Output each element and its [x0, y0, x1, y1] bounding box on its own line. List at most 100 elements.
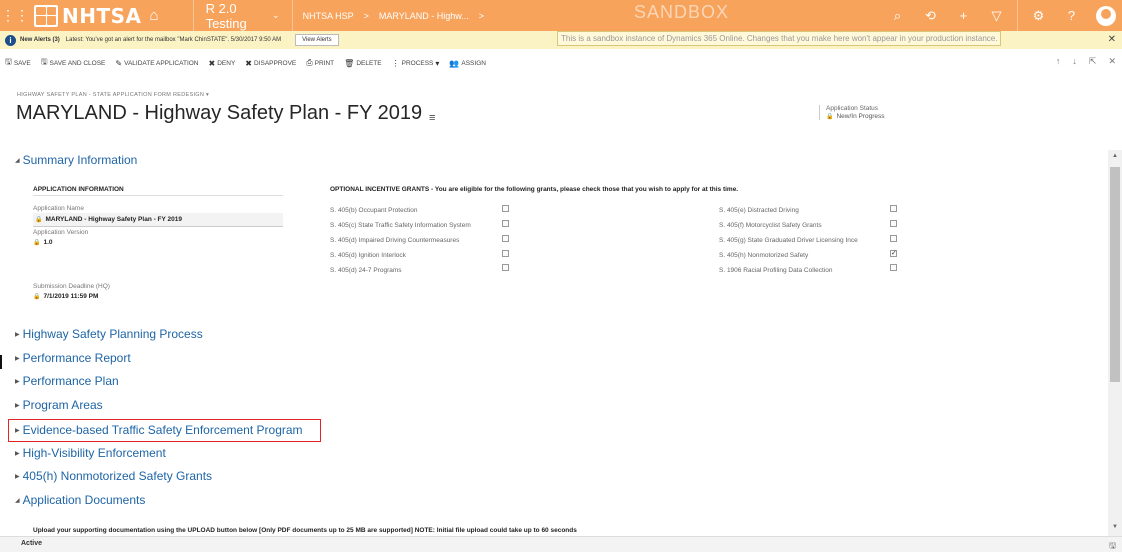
disapprove-label: DISAPPROVE — [253, 59, 297, 67]
section-performance-report[interactable]: ▶ Performance Report — [15, 351, 131, 365]
arrow-up-icon[interactable]: ↑ — [1056, 56, 1061, 67]
expand-icon: ▶ — [15, 355, 20, 362]
grant-checkbox[interactable] — [890, 235, 897, 242]
sandbox-message: This is a sandbox instance of Dynamics 3… — [557, 31, 1002, 46]
filter-icon[interactable]: ▽ — [980, 8, 1013, 24]
chevron-down-icon: ⌄ — [272, 10, 280, 20]
section-performance-plan-label: Performance Plan — [22, 374, 119, 388]
deny-button[interactable]: ✖ DENY — [204, 59, 241, 68]
close-icon[interactable]: ✕ — [1108, 34, 1116, 45]
application-name-field: 🔒 MARYLAND - Highway Safety Plan - FY 20… — [33, 213, 283, 227]
grant-label: S. 405(f) Motorcyclist Safety Grants — [719, 222, 822, 229]
application-name-value: MARYLAND - Highway Safety Plan - FY 2019 — [45, 216, 183, 223]
scrollbar-thumb[interactable] — [1110, 167, 1120, 382]
avatar[interactable] — [1096, 5, 1116, 26]
grant-label: S. 405(g) State Graduated Driver Licensi… — [719, 237, 858, 244]
section-high-visibility-enforcement[interactable]: ▶ High-Visibility Enforcement — [15, 446, 166, 460]
section-highway-safety-planning[interactable]: ▶ Highway Safety Planning Process — [15, 327, 203, 341]
search-icon[interactable]: ⌕ — [881, 8, 914, 24]
collapse-icon: ◢ — [15, 157, 20, 164]
section-performance-plan[interactable]: ▶ Performance Plan — [15, 374, 119, 388]
save-icon[interactable]: 🖫 — [1109, 540, 1116, 552]
section-application-documents[interactable]: ◢ Application Documents — [15, 493, 145, 507]
grant-checkbox[interactable] — [502, 205, 509, 212]
nhtsa-logo-text: NHTSA — [62, 3, 142, 28]
breadcrumb-separator: > — [363, 10, 369, 21]
breadcrumb-record[interactable]: MARYLAND - Highw... — [379, 11, 469, 21]
save-close-icon: 🖫 — [40, 57, 48, 66]
delete-button[interactable]: 🗑 DELETE — [339, 59, 386, 68]
section-evidence-label: Evidence-based Traffic Safety Enforcemen… — [22, 423, 303, 437]
disapprove-button[interactable]: ✖ DISAPPROVE — [240, 59, 301, 68]
section-program-areas[interactable]: ▶ Program Areas — [15, 398, 103, 412]
grant-label: S. 405(d) 24-7 Programs — [330, 267, 402, 274]
grant-checkbox[interactable] — [890, 205, 897, 212]
save-button[interactable]: 🖫 SAVE — [0, 56, 36, 70]
grant-checkbox[interactable] — [890, 264, 897, 271]
breadcrumb-more[interactable]: > — [479, 11, 484, 21]
menu-icon[interactable]: ≡ — [429, 112, 435, 124]
lock-icon: 🔒 — [33, 240, 41, 246]
view-alerts-button[interactable]: View Alerts — [295, 34, 339, 46]
process-button[interactable]: ⋮ PROCESS ▾ — [387, 59, 445, 68]
grant-label: S. 405(c) State Traffic Safety Informati… — [330, 222, 471, 229]
validate-label: VALIDATE APPLICATION — [124, 59, 199, 67]
print-button[interactable]: ⎙ PRINT — [301, 58, 339, 68]
help-icon[interactable]: ? — [1055, 8, 1088, 23]
top-navbar: ⋮⋮ NHTSA ⌂ R 2.0 Testing ⌄ NHTSA HSP > M… — [0, 0, 1122, 31]
recent-icon[interactable]: ⟲ — [914, 8, 947, 24]
grant-checkbox[interactable] — [890, 220, 897, 227]
grant-checkbox[interactable] — [502, 220, 509, 227]
grant-label: S. 405(h) Nonmotorized Safety — [719, 252, 809, 259]
status-value-text: New/In Progress — [836, 113, 885, 120]
chevron-down-icon: ▾ — [435, 58, 440, 68]
collapse-icon: ◢ — [15, 497, 20, 504]
assign-label: ASSIGN — [461, 59, 486, 67]
section-planning-label: Highway Safety Planning Process — [22, 327, 203, 341]
assign-button[interactable]: 👥 ASSIGN — [444, 59, 491, 68]
grant-checkbox-checked[interactable]: ✓ — [890, 250, 897, 257]
submission-deadline-value: 7/1/2019 11:59 PM — [43, 293, 99, 300]
breadcrumb: NHTSA HSP > MARYLAND - Highw... > — [293, 0, 494, 31]
grant-label: S. 1906 Racial Profiling Data Collection — [719, 267, 833, 274]
status-label: Application Status — [826, 105, 879, 112]
save-label: SAVE — [13, 59, 31, 67]
form-selector[interactable]: HIGHWAY SAFETY PLAN - STATE APPLICATION … — [17, 92, 209, 98]
deny-label: DENY — [217, 59, 236, 67]
nhtsa-logo-mark — [34, 4, 58, 27]
submission-deadline-field: 🔒 7/1/2019 11:59 PM — [33, 293, 98, 300]
home-icon[interactable]: ⌂ — [150, 7, 159, 24]
save-and-close-button[interactable]: 🖫 SAVE AND CLOSE — [36, 56, 111, 70]
expand-icon: ▶ — [15, 402, 20, 409]
breadcrumb-nhtsa-hsp[interactable]: NHTSA HSP — [303, 11, 354, 21]
grant-label: S. 405(e) Distracted Driving — [719, 207, 799, 214]
grant-checkbox[interactable] — [502, 250, 509, 257]
arrow-down-icon[interactable]: ↓ — [1072, 56, 1077, 67]
scroll-up-icon[interactable]: ▲ — [1110, 153, 1120, 159]
command-bar: 🖫 SAVE 🖫 SAVE AND CLOSE ✎ VALIDATE APPLICAT… — [0, 53, 1122, 73]
app-switcher[interactable]: R 2.0 Testing ⌄ — [192, 0, 293, 31]
record-state: Active — [21, 540, 43, 547]
nhtsa-logo[interactable]: NHTSA ⌂ — [30, 0, 165, 31]
delete-label: DELETE — [356, 59, 382, 67]
info-icon: i — [5, 34, 16, 46]
scroll-down-icon[interactable]: ▼ — [1110, 524, 1120, 530]
form-selector-label: HIGHWAY SAFETY PLAN - STATE APPLICATION … — [17, 92, 205, 98]
expand-icon[interactable]: ⇱ — [1089, 56, 1097, 67]
plus-icon[interactable]: + — [947, 8, 980, 23]
close-record-icon[interactable]: ✕ — [1108, 56, 1116, 67]
app-launcher-icon[interactable]: ⋮⋮ — [0, 0, 30, 31]
section-summary-information[interactable]: ◢ Summary Information — [15, 153, 137, 167]
grant-checkbox[interactable] — [502, 235, 509, 242]
section-evidence-based-enforcement[interactable]: ▶ Evidence-based Traffic Safety Enforcem… — [15, 423, 303, 437]
upload-instructions: Upload your supporting documentation usi… — [33, 527, 577, 534]
grant-checkbox[interactable] — [502, 264, 509, 271]
section-program-areas-label: Program Areas — [22, 398, 103, 412]
application-version-field: 🔒 1.0 — [33, 239, 53, 246]
application-version-value: 1.0 — [43, 239, 53, 246]
process-icon: ⋮ — [391, 58, 400, 68]
gear-icon[interactable]: ⚙ — [1022, 8, 1055, 24]
validate-application-button[interactable]: ✎ VALIDATE APPLICATION — [110, 59, 203, 68]
section-405h-nonmotorized[interactable]: ▶ 405(h) Nonmotorized Safety Grants — [15, 469, 212, 483]
sandbox-label: SANDBOX — [634, 2, 730, 22]
